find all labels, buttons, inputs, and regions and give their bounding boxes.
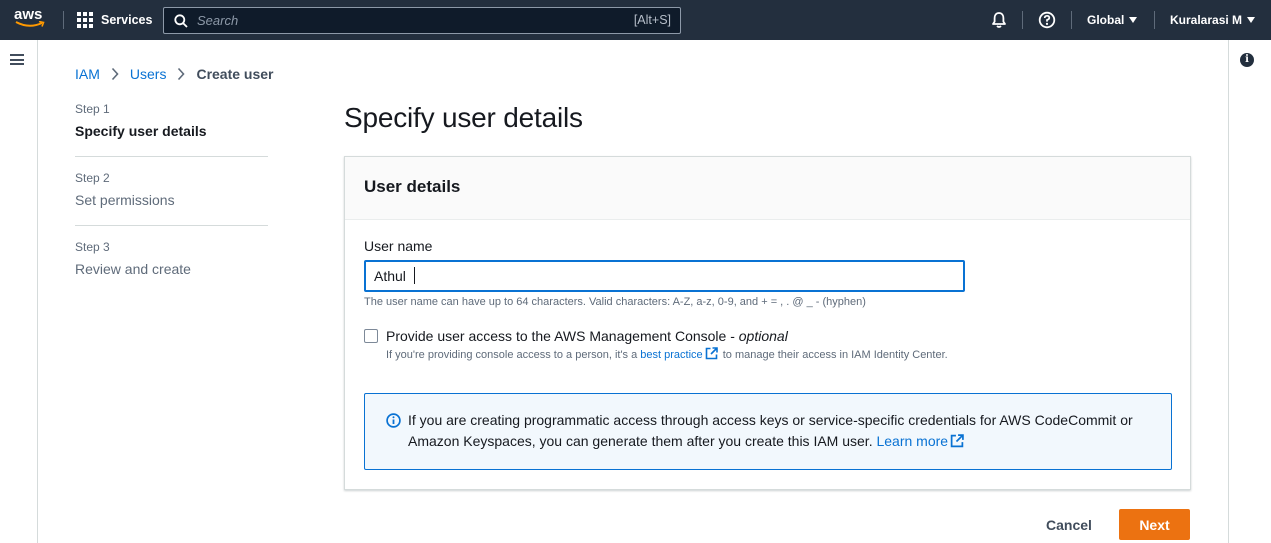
search-icon <box>174 14 188 28</box>
breadcrumb-current: Create user <box>196 66 274 82</box>
external-link-icon <box>950 434 964 448</box>
region-label: Global <box>1087 13 1125 27</box>
account-label: Kuralarasi M <box>1170 13 1243 27</box>
breadcrumb-link-iam[interactable]: IAM <box>75 66 100 82</box>
nav-divider <box>1022 11 1023 29</box>
services-menu-button[interactable]: Services <box>77 10 152 30</box>
chevron-right-icon <box>178 67 186 81</box>
top-navigation-bar: aws Services Search [Alt+S] Global Kural… <box>0 0 1271 40</box>
panel-header: User details <box>345 157 1190 220</box>
search-shortcut-hint: [Alt+S] <box>633 13 671 27</box>
alert-text: If you are creating programmatic access … <box>408 412 1133 449</box>
username-hint: The user name can have up to 64 characte… <box>364 296 866 308</box>
breadcrumb: IAM Users Create user <box>75 66 274 82</box>
aws-smile-icon <box>15 21 45 27</box>
aws-logo[interactable]: aws <box>14 7 48 33</box>
services-grid-icon <box>77 12 93 28</box>
breadcrumb-link-users[interactable]: Users <box>130 66 167 82</box>
left-side-rail <box>0 40 38 543</box>
cancel-button[interactable]: Cancel <box>1034 511 1104 539</box>
user-details-panel: User details User name The user name can… <box>344 156 1191 490</box>
console-access-text: Provide user access to the AWS Managemen… <box>386 328 739 344</box>
text-cursor <box>414 267 415 284</box>
help-icon[interactable] <box>1038 11 1056 29</box>
console-access-checkbox[interactable] <box>364 329 378 343</box>
console-desc-prefix: If you're providing console access to a … <box>386 349 641 361</box>
step-number: Step 1 <box>75 102 110 116</box>
wizard-step-1: Step 1 Specify user details <box>75 102 268 157</box>
search-input[interactable]: Search [Alt+S] <box>163 7 681 34</box>
nav-divider <box>63 11 64 29</box>
username-input[interactable] <box>364 260 965 292</box>
info-circle-icon <box>386 413 401 428</box>
wizard-steps: Step 1 Specify user details Step 2 Set p… <box>75 102 268 308</box>
account-menu[interactable]: Kuralarasi M <box>1170 13 1256 27</box>
services-label: Services <box>101 13 153 27</box>
nav-divider <box>1071 11 1072 29</box>
info-alert: If you are creating programmatic access … <box>364 393 1172 470</box>
chevron-right-icon <box>111 67 119 81</box>
best-practice-link[interactable]: best practice <box>640 349 702 361</box>
notifications-bell-icon[interactable] <box>990 11 1008 29</box>
wizard-step-2: Step 2 Set permissions <box>75 171 268 226</box>
console-access-label[interactable]: Provide user access to the AWS Managemen… <box>386 328 788 344</box>
console-desc-suffix: to manage their access in IAM Identity C… <box>719 349 948 361</box>
right-side-rail: i <box>1228 40 1271 543</box>
region-selector[interactable]: Global <box>1087 13 1138 27</box>
step-number: Step 3 <box>75 240 110 254</box>
info-panel-icon[interactable]: i <box>1240 53 1254 67</box>
caret-down-icon <box>1129 17 1138 23</box>
page-title: Specify user details <box>344 102 583 133</box>
menu-hamburger-icon[interactable] <box>10 54 24 65</box>
alert-message: If you are creating programmatic access … <box>408 410 1148 452</box>
search-placeholder: Search <box>197 13 239 28</box>
wizard-step-3: Step 3 Review and create <box>75 240 268 294</box>
username-label: User name <box>364 238 433 254</box>
caret-down-icon <box>1247 17 1256 23</box>
learn-more-link[interactable]: Learn more <box>876 433 948 449</box>
external-link-icon <box>705 347 718 360</box>
step-title: Specify user details <box>75 123 207 139</box>
console-access-description: If you're providing console access to a … <box>386 347 956 363</box>
step-title: Set permissions <box>75 192 175 208</box>
step-title: Review and create <box>75 261 191 277</box>
optional-tag: optional <box>738 328 788 344</box>
next-button[interactable]: Next <box>1119 509 1190 540</box>
step-number: Step 2 <box>75 171 110 185</box>
nav-divider <box>1154 11 1155 29</box>
aws-logo-text: aws <box>14 6 43 23</box>
panel-title: User details <box>364 177 461 196</box>
